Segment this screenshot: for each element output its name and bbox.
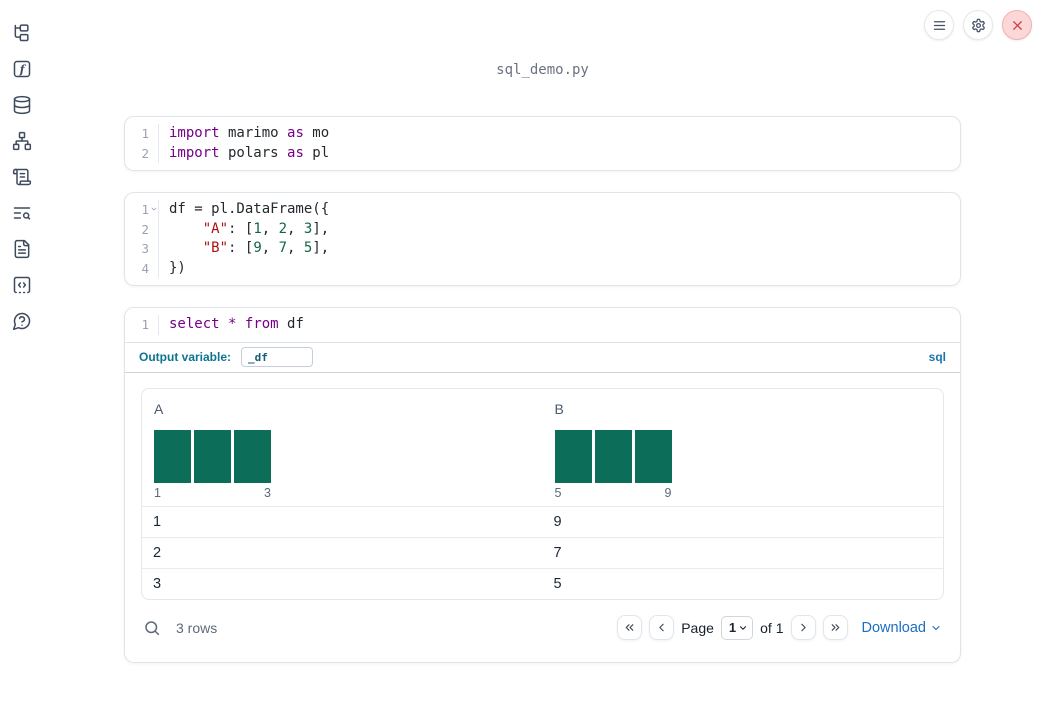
histogram-bar (554, 429, 592, 483)
code-line: df = pl.DataFrame({ (169, 201, 330, 217)
help-icon[interactable] (12, 311, 32, 331)
code-line: }) (169, 259, 186, 276)
histogram-bar (594, 429, 632, 483)
close-icon[interactable] (1002, 10, 1032, 40)
output-variable-label: Output variable: (139, 350, 232, 364)
sql-cell: 1 select * from df Output variable: sql … (124, 307, 961, 663)
code-content: df = pl.DataFrame({ "A": [1, 2, 3], "B":… (159, 200, 329, 278)
code-line: select * from df (169, 316, 304, 332)
code-cell-dataframe: 12 3 4 df = pl.DataFrame({ "A": [1, 2, 3],… (124, 192, 961, 286)
table-header: A 13 B 59 (142, 389, 943, 506)
code-editor[interactable]: 12 import marimo as mo import polars as p… (125, 117, 960, 170)
histogram-bar (634, 429, 672, 483)
table-cell: 1 (153, 513, 162, 530)
histogram-bar (234, 429, 271, 483)
svg-text:f: f (19, 62, 27, 76)
gear-icon[interactable] (963, 10, 993, 40)
notebook: sql_demo.py 12 import marimo as mo import… (124, 0, 961, 684)
search-icon[interactable] (143, 619, 161, 637)
page-select-value: 1 (728, 620, 737, 635)
download-button[interactable]: Download (862, 620, 943, 636)
page-select[interactable]: 1 (720, 615, 754, 640)
column-header[interactable]: A 13 (142, 389, 543, 506)
pagination: Page 1 of 1 (617, 615, 848, 640)
code-line: import polars as pl (169, 144, 330, 161)
page-label: Page (681, 619, 714, 636)
line-number: 4 (141, 260, 149, 276)
column-header[interactable]: B 59 (543, 389, 944, 506)
documentation-icon[interactable] (12, 239, 32, 259)
line-number: 1 (125, 200, 158, 220)
data-sources-icon[interactable] (12, 95, 32, 115)
histogram-bars (554, 429, 672, 483)
sql-editor[interactable]: 1 select * from df (125, 308, 960, 342)
code-line: "A": [1, 2, 3], (202, 220, 330, 237)
code-editor[interactable]: 12 3 4 df = pl.DataFrame({ "A": [1, 2, 3],… (125, 193, 960, 285)
line-number: 3 (141, 241, 149, 256)
table-footer: 3 rows Page 1 of 1 Download (141, 610, 944, 646)
download-label: Download (861, 619, 927, 636)
table-row[interactable]: 19 (142, 505, 943, 537)
code-content: import marimo as mo import polars as pl (159, 124, 329, 163)
table-cell: 3 (153, 575, 162, 592)
table-cell: 7 (553, 544, 562, 561)
helper-panel-sidebar: f (0, 0, 44, 331)
next-page-button[interactable] (790, 615, 816, 640)
variables-icon[interactable]: f (12, 59, 32, 79)
column-histogram[interactable]: 59 (554, 429, 672, 500)
histogram-bar (154, 429, 191, 483)
chevron-down-icon (740, 625, 747, 630)
code-line: import marimo as mo (169, 125, 330, 141)
table-cell: 2 (153, 544, 162, 561)
table-cell: 5 (553, 575, 562, 592)
table-row[interactable]: 27 (142, 536, 943, 568)
line-number: 2 (141, 145, 149, 161)
column-name: B (554, 400, 564, 417)
row-count: 3 rows (176, 619, 218, 636)
snippets-icon[interactable] (12, 275, 32, 295)
cell-output: A13B59 192735 3 rows Page 1 of 1 Downloa… (125, 371, 960, 662)
histogram-bars (154, 429, 271, 483)
histogram-labels: 13 (154, 485, 271, 500)
code-content: select * from df (159, 315, 304, 335)
output-variable-input[interactable] (241, 347, 314, 367)
line-number-gutter: 12 3 4 (125, 200, 159, 278)
notebook-filename: sql_demo.py (496, 62, 589, 78)
sql-cell-footer: Output variable: sql (125, 341, 960, 372)
line-number-gutter: 1 (125, 315, 159, 335)
code-line: "B": [9, 7, 5], (202, 240, 330, 256)
page-of-label: of 1 (760, 619, 784, 636)
line-number-gutter: 12 (125, 124, 159, 163)
first-page-button[interactable] (617, 615, 643, 640)
table-body: 192735 (142, 505, 943, 599)
language-badge[interactable]: sql (929, 350, 946, 364)
text-search-icon[interactable] (12, 203, 32, 223)
dependency-graph-icon[interactable] (12, 131, 32, 151)
last-page-button[interactable] (822, 615, 848, 640)
table-row[interactable]: 35 (142, 567, 943, 599)
column-histogram[interactable]: 13 (154, 429, 271, 500)
line-number: 1 (141, 126, 149, 141)
code-cell-imports: 12 import marimo as mo import polars as p… (124, 116, 961, 171)
column-name: A (154, 400, 164, 417)
table-cell: 9 (553, 513, 562, 530)
chevron-down-icon (932, 625, 940, 630)
logs-icon[interactable] (12, 167, 32, 187)
line-number: 1 (141, 317, 149, 332)
file-explorer-icon[interactable] (12, 23, 32, 43)
fold-chevron-icon[interactable] (150, 205, 158, 213)
histogram-labels: 59 (554, 485, 672, 500)
histogram-bar (194, 429, 231, 483)
dataframe-table: A13B59 192735 (141, 387, 944, 600)
line-number: 2 (141, 221, 149, 237)
previous-page-button[interactable] (649, 615, 675, 640)
